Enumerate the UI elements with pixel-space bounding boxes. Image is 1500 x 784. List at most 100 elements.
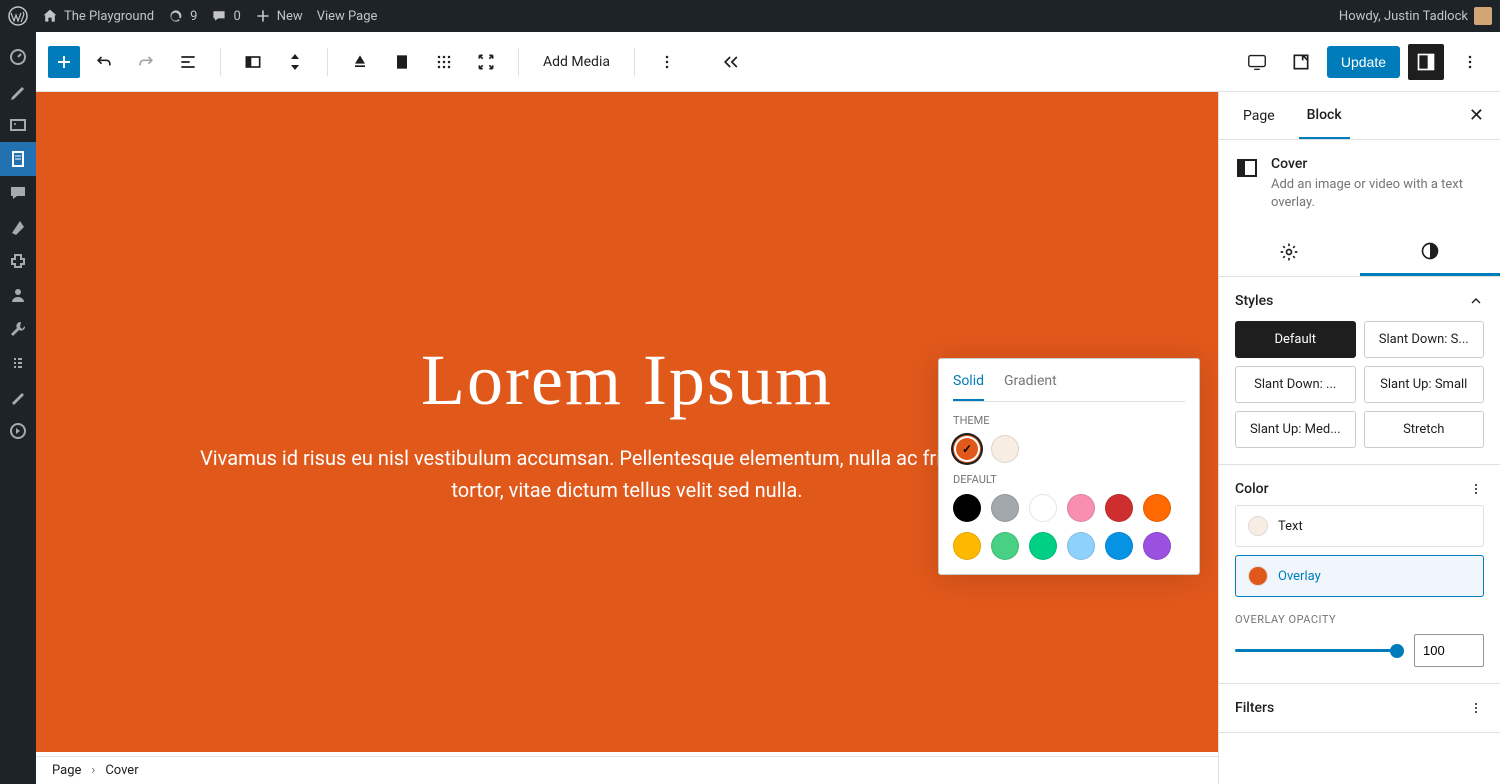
close-sidebar-button[interactable]: ✕ (1469, 105, 1484, 126)
style-option[interactable]: Slant Down: ... (1235, 366, 1356, 403)
more-icon[interactable] (1468, 481, 1484, 497)
fullwidth-button[interactable] (468, 44, 504, 80)
menu-posts[interactable] (0, 74, 36, 108)
menu-tools[interactable] (0, 312, 36, 346)
color-swatch[interactable] (991, 494, 1019, 522)
view-page-link[interactable]: View Page (317, 9, 378, 24)
color-swatch[interactable] (991, 532, 1019, 560)
redo-button[interactable] (128, 44, 164, 80)
updates-count: 9 (190, 9, 197, 24)
block-type-button[interactable] (235, 44, 271, 80)
add-media-button[interactable]: Add Media (533, 44, 620, 80)
undo-button[interactable] (86, 44, 122, 80)
home-icon (42, 8, 58, 24)
menu-plugins[interactable] (0, 244, 36, 278)
settings-sidebar: Page Block ✕ Cover Add an image or video… (1218, 92, 1500, 784)
updates-link[interactable]: 9 (168, 8, 197, 24)
comment-icon (211, 8, 227, 24)
theme-label: THEME (953, 414, 1185, 427)
style-option[interactable]: Slant Up: Med... (1235, 411, 1356, 448)
color-swatch[interactable] (1143, 494, 1171, 522)
menu-pages[interactable] (0, 142, 36, 176)
color-swatch[interactable] (1029, 494, 1057, 522)
more-options-button[interactable] (649, 44, 685, 80)
solid-tab[interactable]: Solid (953, 373, 984, 401)
menu-settings[interactable] (0, 346, 36, 380)
tab-block[interactable]: Block (1299, 93, 1350, 139)
comments-link[interactable]: 0 (211, 8, 240, 24)
breadcrumb-page[interactable]: Page (52, 763, 81, 778)
menu-dashboard[interactable] (0, 40, 36, 74)
menu-collapse[interactable] (0, 414, 36, 448)
color-swatch[interactable] (1029, 532, 1057, 560)
howdy-link[interactable]: Howdy, Justin Tadlock (1339, 7, 1492, 25)
opacity-input[interactable] (1414, 634, 1484, 667)
menu-item[interactable] (0, 380, 36, 414)
site-name: The Playground (64, 9, 154, 24)
tab-page[interactable]: Page (1235, 94, 1283, 138)
cover-title[interactable]: Lorem Ipsum (421, 339, 833, 422)
admin-bar: The Playground 9 0 New View Page Howdy, … (0, 0, 1500, 32)
default-label: DEFAULT (953, 473, 1185, 486)
breadcrumb-block[interactable]: Cover (105, 763, 138, 778)
refresh-icon (168, 8, 184, 24)
editor-toolbar: Add Media Update (36, 32, 1500, 92)
styles-icon (1420, 241, 1440, 261)
color-swatch[interactable] (1067, 532, 1095, 560)
view-button[interactable] (1239, 44, 1275, 80)
style-option[interactable]: Default (1235, 321, 1356, 358)
wordpress-logo[interactable] (8, 6, 28, 26)
toggle-fullheight-button[interactable] (384, 44, 420, 80)
update-button[interactable]: Update (1327, 46, 1400, 78)
chevron-right-icon: › (91, 763, 95, 778)
opacity-slider[interactable] (1235, 649, 1404, 652)
more-icon (1468, 700, 1484, 716)
menu-users[interactable] (0, 278, 36, 312)
block-move-button[interactable] (277, 44, 313, 80)
comments-count: 0 (233, 9, 240, 24)
cover-block-icon (1235, 156, 1259, 180)
color-swatch[interactable] (1105, 532, 1133, 560)
admin-menu (0, 32, 36, 784)
color-swatch[interactable] (1143, 532, 1171, 560)
color-swatch[interactable] (953, 494, 981, 522)
chevron-up-icon (1468, 293, 1484, 309)
menu-media[interactable] (0, 108, 36, 142)
hide-toolbar-button[interactable] (713, 44, 749, 80)
styles-panel-toggle[interactable]: Styles (1235, 293, 1484, 309)
color-swatch[interactable] (953, 532, 981, 560)
settings-panel-toggle[interactable] (1408, 44, 1444, 80)
style-option[interactable]: Stretch (1364, 411, 1485, 448)
settings-subtab[interactable] (1219, 228, 1360, 276)
plus-icon (255, 8, 271, 24)
opacity-label: OVERLAY OPACITY (1235, 613, 1484, 626)
preview-button[interactable] (1283, 44, 1319, 80)
block-name: Cover (1271, 156, 1484, 172)
avatar (1474, 7, 1492, 25)
block-description: Add an image or video with a text overla… (1271, 176, 1484, 212)
color-swatch[interactable] (1067, 494, 1095, 522)
breadcrumb: Page › Cover (36, 756, 1218, 784)
color-swatch[interactable] (953, 435, 981, 463)
gradient-tab[interactable]: Gradient (1004, 373, 1057, 401)
menu-appearance[interactable] (0, 210, 36, 244)
new-link[interactable]: New (255, 8, 303, 24)
align-button[interactable] (426, 44, 462, 80)
color-swatch[interactable] (1105, 494, 1133, 522)
color-picker-popover: Solid Gradient THEME DEFAULT (938, 358, 1200, 575)
overlay-color-button[interactable]: Overlay (1235, 555, 1484, 597)
options-button[interactable] (1452, 44, 1488, 80)
color-swatch[interactable] (991, 435, 1019, 463)
text-color-button[interactable]: Text (1235, 505, 1484, 547)
filters-panel-toggle[interactable]: Filters (1235, 700, 1484, 716)
color-heading: Color (1235, 481, 1269, 497)
site-name-link[interactable]: The Playground (42, 8, 154, 24)
new-label: New (277, 9, 303, 24)
style-option[interactable]: Slant Up: Small (1364, 366, 1485, 403)
document-overview-button[interactable] (170, 44, 206, 80)
styles-subtab[interactable] (1360, 228, 1500, 276)
style-option[interactable]: Slant Down: S... (1364, 321, 1485, 358)
menu-comments[interactable] (0, 176, 36, 210)
inserter-button[interactable] (48, 46, 80, 78)
content-position-button[interactable] (342, 44, 378, 80)
